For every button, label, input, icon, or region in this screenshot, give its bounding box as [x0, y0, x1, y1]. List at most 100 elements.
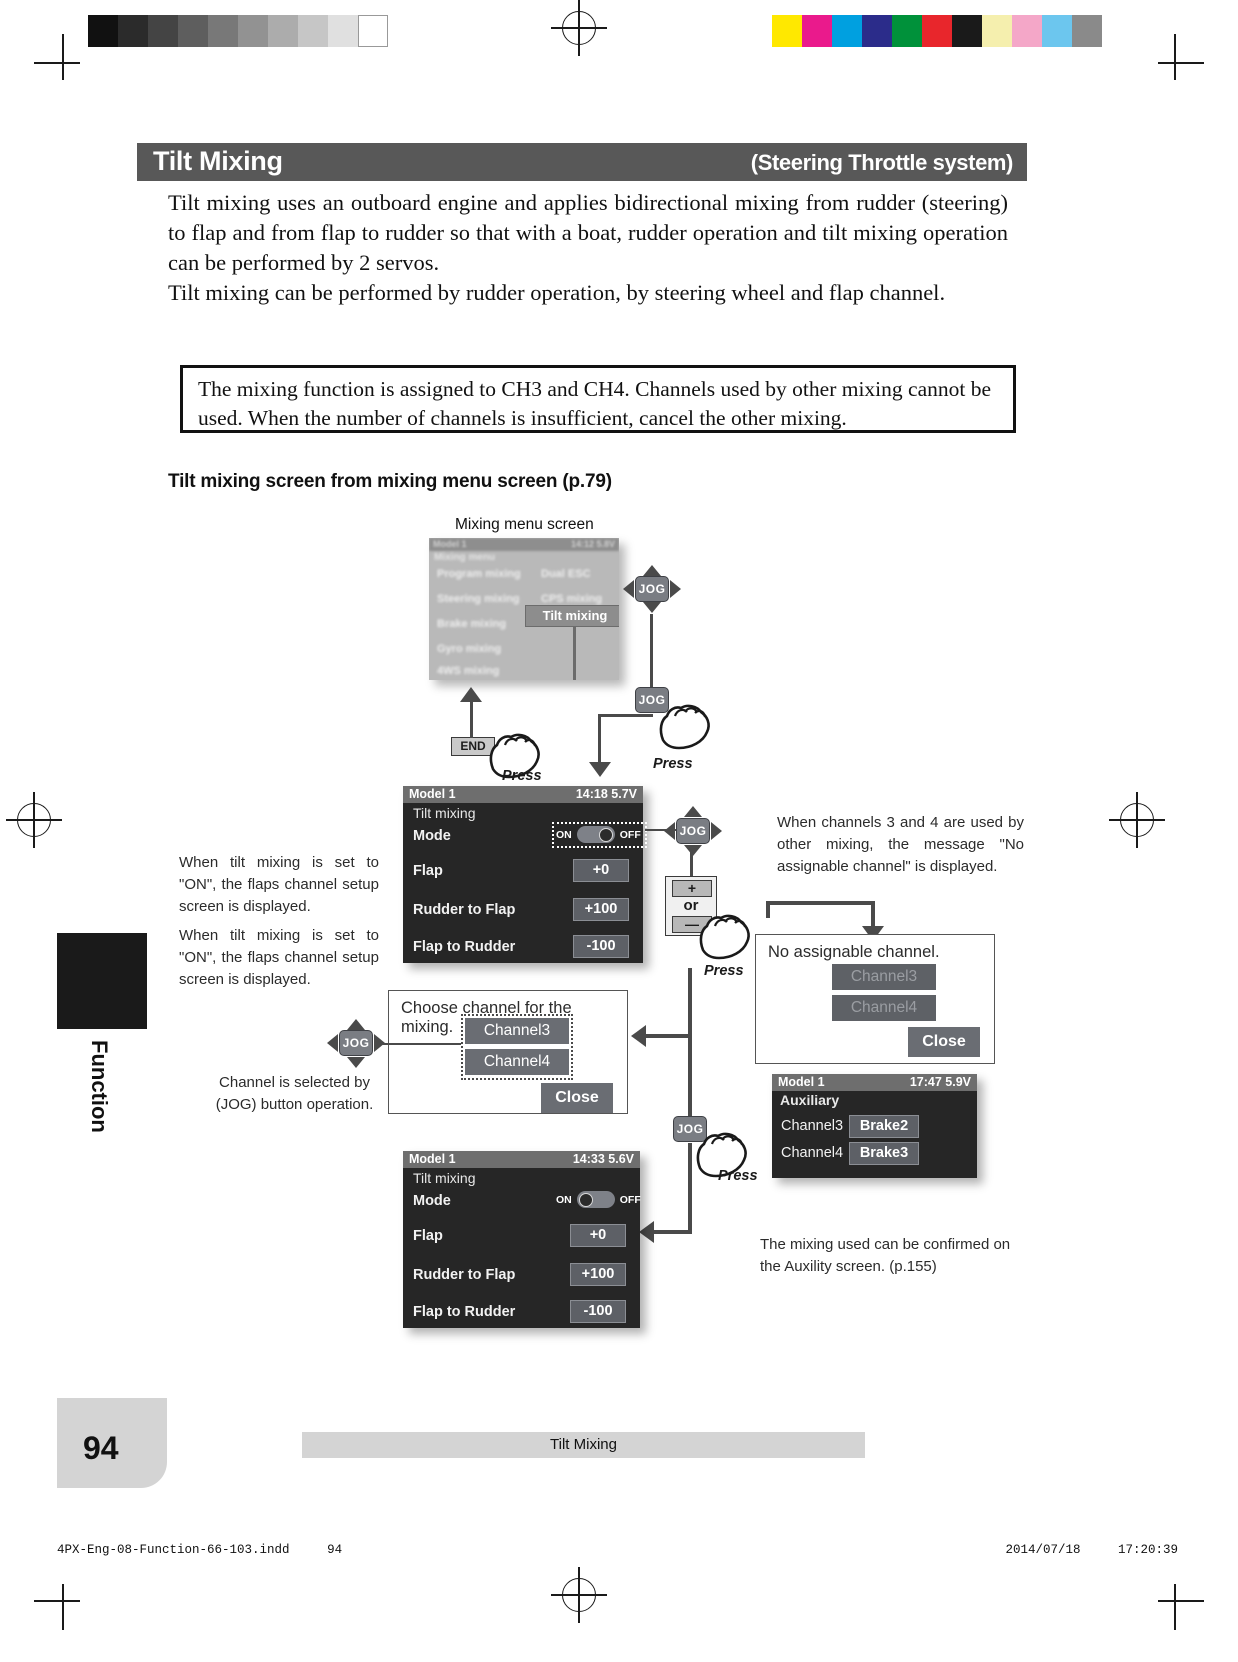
chapter-tab-marker — [57, 933, 147, 1029]
aux-label-channel3: Channel3 — [781, 1118, 844, 1134]
tilt-bottom-model: Model 1 — [409, 1152, 456, 1166]
page-title-band: Tilt Mixing (Steering Throttle system) — [137, 143, 1027, 181]
color-swatch-bar — [772, 15, 1102, 47]
mixing-menu-item-cps[interactable]: CPS mixing — [541, 593, 602, 605]
crop-mark-br-h — [1158, 1600, 1204, 1602]
jog-note: Channel is selected by (JOG) button oper… — [215, 1074, 374, 1113]
page-subtitle: (Steering Throttle system) — [750, 150, 1014, 175]
tilt-top-status-bar: Model 1 14:18 5.7V — [403, 786, 643, 803]
connector-to-noassign-h — [768, 901, 875, 905]
mixing-menu-item-tilt-mixing[interactable]: Tilt mixing — [525, 605, 619, 627]
noassign-close-button[interactable]: Close — [908, 1027, 980, 1057]
aux-title: Auxiliary — [780, 1092, 840, 1108]
mixing-menu-status-bar: Model 1 14:12 5.8V — [429, 538, 619, 551]
tilt-bottom-mode-toggle[interactable]: ON OFF — [556, 1191, 641, 1208]
tilt-top-time: 14:18 5.7V — [575, 787, 637, 801]
note-box-text: The mixing function is assigned to CH3 a… — [198, 377, 992, 430]
chapter-vertical-label: Function — [87, 1040, 112, 1133]
tilt-bottom-label-rudder-to-flap: Rudder to Flap — [413, 1267, 516, 1283]
jog-button-channel[interactable]: JOG — [339, 1030, 373, 1056]
tilt-top-label-flap-to-rudder: Flap to Rudder — [413, 939, 516, 955]
intro-paragraph-2: Tilt mixing can be performed by rudder o… — [168, 280, 946, 305]
jog-arrow-right-mode — [711, 822, 722, 840]
tilt-bottom-value-rudder-to-flap[interactable]: +100 — [570, 1263, 626, 1286]
press-label-4: Press — [718, 1168, 758, 1184]
connector-bottom-v — [688, 1143, 692, 1234]
tilt-bottom-value-flap-to-rudder[interactable]: -100 — [570, 1300, 626, 1323]
crop-mark-tr-v — [1174, 34, 1176, 80]
page-title: Tilt Mixing — [153, 146, 283, 176]
jog-button-menu[interactable]: JOG — [635, 576, 669, 602]
connector-right-branch-v — [688, 968, 692, 1038]
page-root: Tilt Mixing (Steering Throttle system) T… — [0, 0, 1238, 1662]
crop-mark-tr-h — [1158, 62, 1204, 64]
jog-arrow-right-menu — [670, 580, 681, 598]
choose-close-button[interactable]: Close — [541, 1083, 613, 1113]
noassign-channel3-button: Channel3 — [832, 964, 936, 990]
crop-mark-tl-h — [34, 62, 80, 64]
crop-mark-tl-v — [62, 34, 64, 80]
footer-date: 2014/07/18 — [1005, 1543, 1081, 1557]
tilt-bottom-value-flap[interactable]: +0 — [570, 1224, 626, 1247]
left-note-1: When tilt mixing is set to "ON", the fla… — [179, 854, 379, 915]
mixing-menu-item-dual-esc[interactable]: Dual ESC — [541, 568, 591, 580]
mixing-menu-item-program[interactable]: Program mixing — [437, 568, 521, 580]
tilt-top-value-flap-to-rudder[interactable]: -100 — [573, 935, 629, 958]
crop-mark-bl-v — [62, 1584, 64, 1630]
mixing-menu-item-steering[interactable]: Steering mixing — [437, 593, 520, 605]
connector-right-branch-h — [646, 1034, 692, 1038]
jog-arrow-up-mode — [684, 806, 702, 817]
jog-arrow-down-channel — [347, 1057, 365, 1068]
footer-file-info: 4PX-Eng-08-Function-66-103.indd 94 — [57, 1543, 342, 1557]
jog-arrow-left-mode — [664, 822, 675, 840]
plus-button[interactable]: + — [672, 880, 712, 897]
jog-arrow-up-channel — [347, 1019, 365, 1030]
registration-cross-bottom-v — [578, 1567, 580, 1623]
mixing-menu-model: Model 1 — [433, 539, 467, 549]
tilt-top-label-mode: Mode — [413, 828, 451, 844]
arrow-down-to-tilt-screen — [589, 762, 611, 777]
aux-note: The mixing used can be confirmed on the … — [760, 1236, 1011, 1275]
tilt-top-label-rudder-to-flap: Rudder to Flap — [413, 902, 516, 918]
arrow-left-to-choose — [631, 1025, 646, 1047]
press-label-1: Press — [653, 756, 693, 772]
tilt-bottom-toggle-off-label: OFF — [619, 1193, 641, 1206]
mixing-menu-screen: Model 1 14:12 5.8V Mixing menu Program m… — [429, 538, 619, 680]
arrow-left-to-bottom-screen — [639, 1221, 654, 1243]
note-box: The mixing function is assigned to CH3 a… — [180, 365, 1016, 433]
aux-value-channel4[interactable]: Brake3 — [849, 1142, 919, 1165]
tilt-bottom-toggle-knob — [578, 1192, 593, 1207]
connector-bottom-h — [654, 1230, 692, 1234]
jog-arrow-left-channel — [327, 1034, 338, 1052]
tilt-bottom-label-flap: Flap — [413, 1228, 443, 1244]
registration-cross-left-v — [33, 792, 35, 848]
tilt-top-value-rudder-to-flap[interactable]: +100 — [573, 898, 629, 921]
jog-button-mode[interactable]: JOG — [676, 818, 710, 844]
connector-jog-to-screen-h — [598, 714, 653, 717]
connector-jog-vertical — [650, 614, 653, 687]
aux-label-channel4: Channel4 — [781, 1145, 844, 1161]
no-assignable-channel-dialog: No assignable channel. Channel3 Channel4… — [755, 934, 995, 1064]
tilt-top-label-flap: Flap — [413, 863, 443, 879]
tilt-top-value-flap[interactable]: +0 — [573, 859, 629, 882]
jog-arrow-down-mode — [684, 845, 702, 856]
noassign-channel4-button: Channel4 — [832, 995, 936, 1021]
choose-channel-dialog: Choose channel for the mixing. Channel3 … — [388, 990, 628, 1114]
crop-mark-br-v — [1174, 1584, 1176, 1630]
tilt-top-model: Model 1 — [409, 787, 456, 801]
mixing-menu-item-gyro[interactable]: Gyro mixing — [437, 643, 501, 655]
tilt-bottom-toggle-track[interactable] — [576, 1191, 615, 1208]
tilt-bottom-label-mode: Mode — [413, 1193, 451, 1209]
tilt-bottom-toggle-on-label: ON — [556, 1193, 572, 1206]
press-label-2: Press — [502, 768, 542, 784]
aux-status-bar: Model 1 17:47 5.9V — [772, 1074, 977, 1091]
aux-value-channel3[interactable]: Brake2 — [849, 1115, 919, 1138]
mixing-menu-item-4ws[interactable]: 4WS mixing — [437, 665, 499, 677]
tilt-bottom-status-bar: Model 1 14:33 5.6V — [403, 1151, 640, 1168]
mixing-menu-item-brake[interactable]: Brake mixing — [437, 618, 506, 630]
press-label-3: Press — [704, 963, 744, 979]
auxiliary-screen: Model 1 17:47 5.9V Auxiliary Channel3 Br… — [772, 1074, 977, 1178]
mixing-menu-stem-v — [573, 627, 576, 680]
connector-to-noassign-v2 — [871, 901, 875, 926]
footer-file-name: 4PX-Eng-08-Function-66-103.indd — [57, 1543, 290, 1557]
